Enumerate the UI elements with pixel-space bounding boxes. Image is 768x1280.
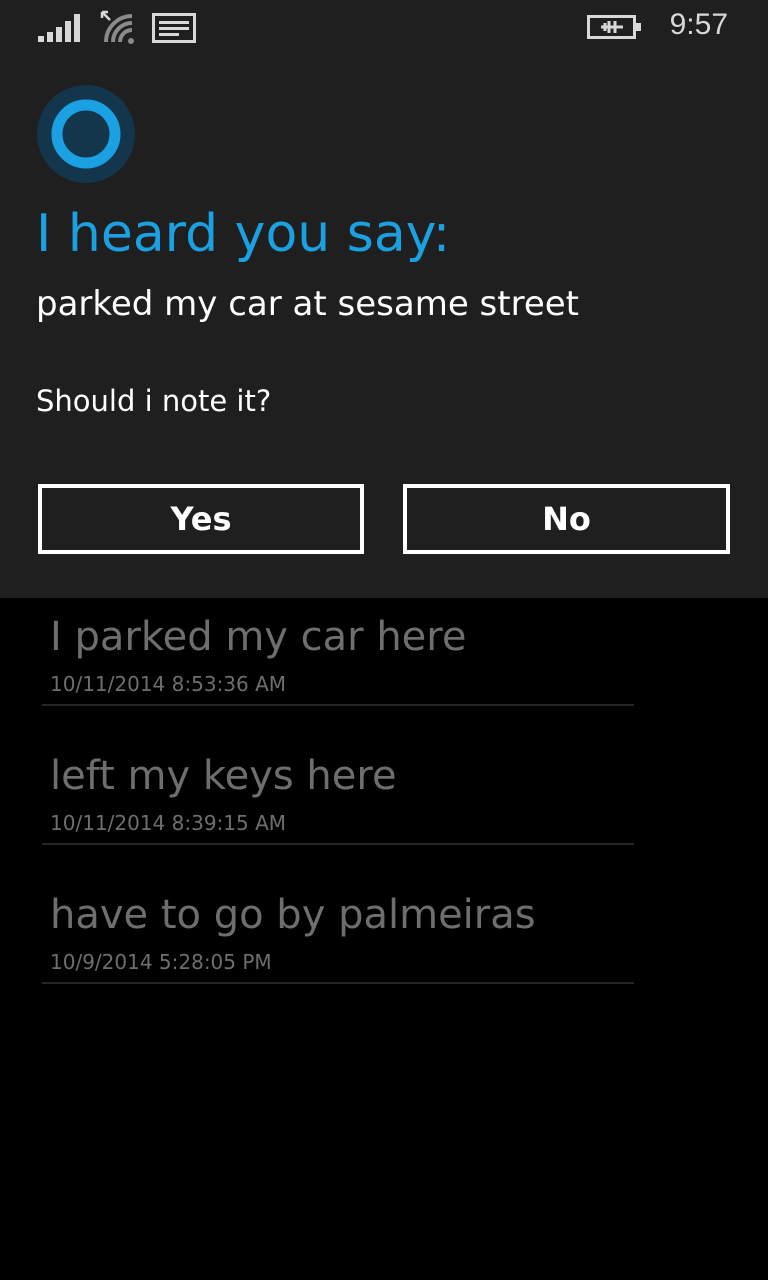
note-item[interactable]: have to go by palmeiras 10/9/2014 5:28:0… <box>42 876 634 984</box>
wifi-icon <box>100 10 140 48</box>
note-date: 10/11/2014 8:39:15 AM <box>50 811 287 835</box>
battery-charging-icon <box>587 12 643 46</box>
status-clock: 9:57 <box>669 8 728 41</box>
cortana-icon <box>36 84 136 184</box>
yes-button[interactable]: Yes <box>38 484 364 554</box>
confirmation-question: Should i note it? <box>36 384 272 418</box>
voice-confirmation-panel: 9:57 I heard you say: parked my car at s… <box>0 0 768 598</box>
note-title: I parked my car here <box>50 614 467 660</box>
note-date: 10/9/2014 5:28:05 PM <box>50 950 272 974</box>
note-title: have to go by palmeiras <box>50 892 536 938</box>
note-date: 10/11/2014 8:53:36 AM <box>50 672 287 696</box>
heard-headline: I heard you say: <box>36 204 451 264</box>
note-title: left my keys here <box>50 753 397 799</box>
status-bar: 9:57 <box>0 0 768 52</box>
note-item[interactable]: left my keys here 10/11/2014 8:39:15 AM <box>42 737 634 845</box>
recognized-speech-text: parked my car at sesame street <box>36 284 579 324</box>
signal-strength-icon <box>38 14 84 46</box>
note-item[interactable]: I parked my car here 10/11/2014 8:53:36 … <box>42 598 634 706</box>
no-button[interactable]: No <box>403 484 730 554</box>
message-icon <box>152 13 196 47</box>
